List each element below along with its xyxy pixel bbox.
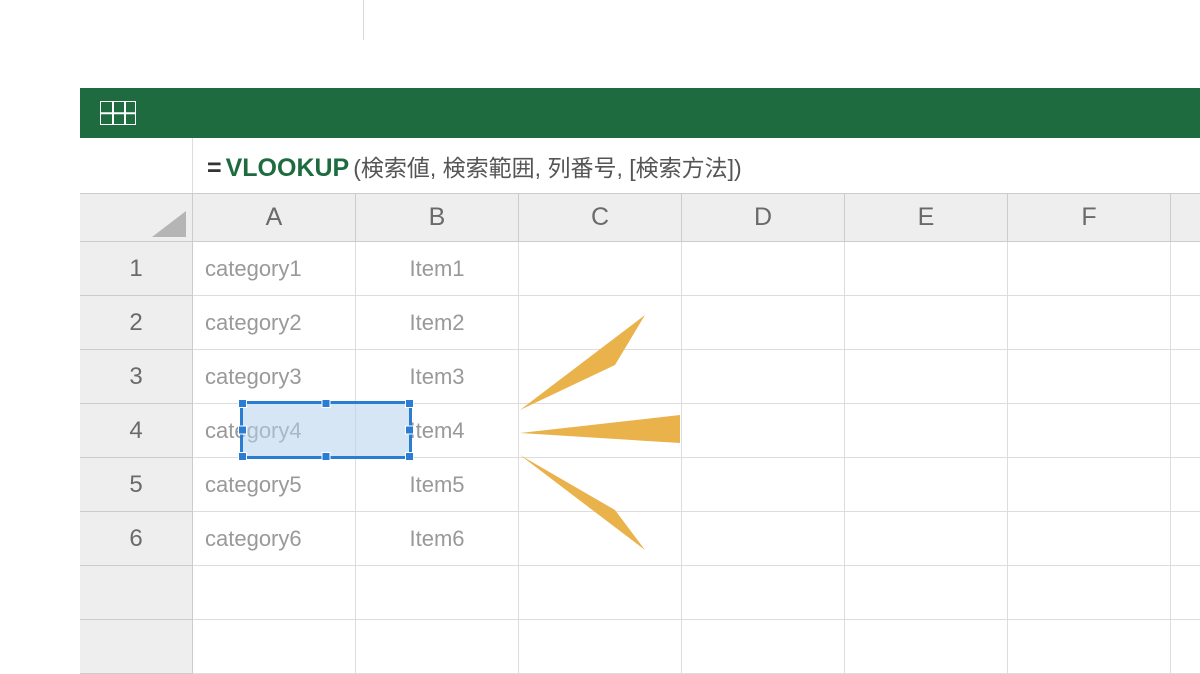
cell-g7[interactable] (1171, 566, 1200, 620)
cell-b1[interactable]: Item1 (356, 242, 519, 296)
cell-a3[interactable]: category3 (193, 350, 356, 404)
cell-b6[interactable]: Item6 (356, 512, 519, 566)
cell-c7[interactable] (519, 566, 682, 620)
cell-f7[interactable] (1008, 566, 1171, 620)
cell-e5[interactable] (845, 458, 1008, 512)
cell-d8[interactable] (682, 620, 845, 674)
cell-f2[interactable] (1008, 296, 1171, 350)
cell-a5[interactable]: category5 (193, 458, 356, 512)
table-row (193, 566, 1200, 620)
cell-area: category1 Item1 category2 Item2 category… (193, 242, 1200, 630)
name-box[interactable] (80, 138, 193, 193)
formula-equals: = (207, 154, 222, 183)
table-row: category6 Item6 (193, 512, 1200, 566)
cell-f3[interactable] (1008, 350, 1171, 404)
cell-f8[interactable] (1008, 620, 1171, 674)
cell-g4[interactable] (1171, 404, 1200, 458)
cell-c5[interactable] (519, 458, 682, 512)
cell-a4[interactable]: category4 (193, 404, 356, 458)
cell-e1[interactable] (845, 242, 1008, 296)
table-row: category5 Item5 (193, 458, 1200, 512)
cell-g8[interactable] (1171, 620, 1200, 674)
col-header-next[interactable] (1171, 194, 1200, 242)
col-header-d[interactable]: D (682, 194, 845, 242)
cell-b2[interactable]: Item2 (356, 296, 519, 350)
col-header-f[interactable]: F (1008, 194, 1171, 242)
col-header-a[interactable]: A (193, 194, 356, 242)
cell-d2[interactable] (682, 296, 845, 350)
formula-content: =VLOOKUP (検索値, 検索範囲, 列番号, [検索方法]) (193, 149, 742, 183)
cell-d3[interactable] (682, 350, 845, 404)
cell-g3[interactable] (1171, 350, 1200, 404)
cell-d5[interactable] (682, 458, 845, 512)
cell-a6[interactable]: category6 (193, 512, 356, 566)
cell-b5[interactable]: Item5 (356, 458, 519, 512)
cell-a2[interactable]: category2 (193, 296, 356, 350)
cell-e7[interactable] (845, 566, 1008, 620)
cell-a7[interactable] (193, 566, 356, 620)
cell-c2[interactable] (519, 296, 682, 350)
row-header-2[interactable]: 2 (80, 296, 193, 350)
cell-c3[interactable] (519, 350, 682, 404)
select-all-corner[interactable] (80, 194, 193, 242)
table-row: category1 Item1 (193, 242, 1200, 296)
row-headers: 1 2 3 4 5 6 (80, 242, 193, 674)
spreadsheet-grid: A B C D E F 1 2 3 4 5 6 category1 Item1 … (80, 194, 1200, 630)
cell-c6[interactable] (519, 512, 682, 566)
corner-triangle-icon (152, 211, 186, 237)
cell-d4[interactable] (682, 404, 845, 458)
cell-b8[interactable] (356, 620, 519, 674)
top-divider (363, 0, 364, 40)
row-header-5[interactable]: 5 (80, 458, 193, 512)
cell-b4[interactable]: Item4 (356, 404, 519, 458)
cell-f4[interactable] (1008, 404, 1171, 458)
spreadsheet-icon (100, 101, 136, 125)
cell-d7[interactable] (682, 566, 845, 620)
col-header-e[interactable]: E (845, 194, 1008, 242)
cell-g5[interactable] (1171, 458, 1200, 512)
table-row: category4 Item4 (193, 404, 1200, 458)
cell-d6[interactable] (682, 512, 845, 566)
row-header-6[interactable]: 6 (80, 512, 193, 566)
cell-a1[interactable]: category1 (193, 242, 356, 296)
cell-g6[interactable] (1171, 512, 1200, 566)
cell-f1[interactable] (1008, 242, 1171, 296)
table-row (193, 620, 1200, 674)
cell-b7[interactable] (356, 566, 519, 620)
cell-c4[interactable] (519, 404, 682, 458)
cell-b3[interactable]: Item3 (356, 350, 519, 404)
cell-e3[interactable] (845, 350, 1008, 404)
cell-e2[interactable] (845, 296, 1008, 350)
row-header-3[interactable]: 3 (80, 350, 193, 404)
cell-c1[interactable] (519, 242, 682, 296)
table-row: category2 Item2 (193, 296, 1200, 350)
cell-e4[interactable] (845, 404, 1008, 458)
cell-a8[interactable] (193, 620, 356, 674)
column-headers: A B C D E F (193, 194, 1200, 242)
cell-d1[interactable] (682, 242, 845, 296)
cell-e8[interactable] (845, 620, 1008, 674)
formula-bar[interactable]: =VLOOKUP (検索値, 検索範囲, 列番号, [検索方法]) (80, 138, 1200, 194)
ribbon-bar (80, 88, 1200, 138)
cell-g1[interactable] (1171, 242, 1200, 296)
row-header-4[interactable]: 4 (80, 404, 193, 458)
formula-params: (検索値, 検索範囲, 列番号, [検索方法]) (353, 149, 741, 183)
row-header-1[interactable]: 1 (80, 242, 193, 296)
cell-e6[interactable] (845, 512, 1008, 566)
row-header-next[interactable] (80, 566, 193, 620)
cell-f5[interactable] (1008, 458, 1171, 512)
cell-f6[interactable] (1008, 512, 1171, 566)
col-header-c[interactable]: C (519, 194, 682, 242)
cell-c8[interactable] (519, 620, 682, 674)
col-header-b[interactable]: B (356, 194, 519, 242)
formula-function-name: VLOOKUP (226, 154, 350, 183)
cell-g2[interactable] (1171, 296, 1200, 350)
row-header-next-2[interactable] (80, 620, 193, 674)
table-row: category3 Item3 (193, 350, 1200, 404)
